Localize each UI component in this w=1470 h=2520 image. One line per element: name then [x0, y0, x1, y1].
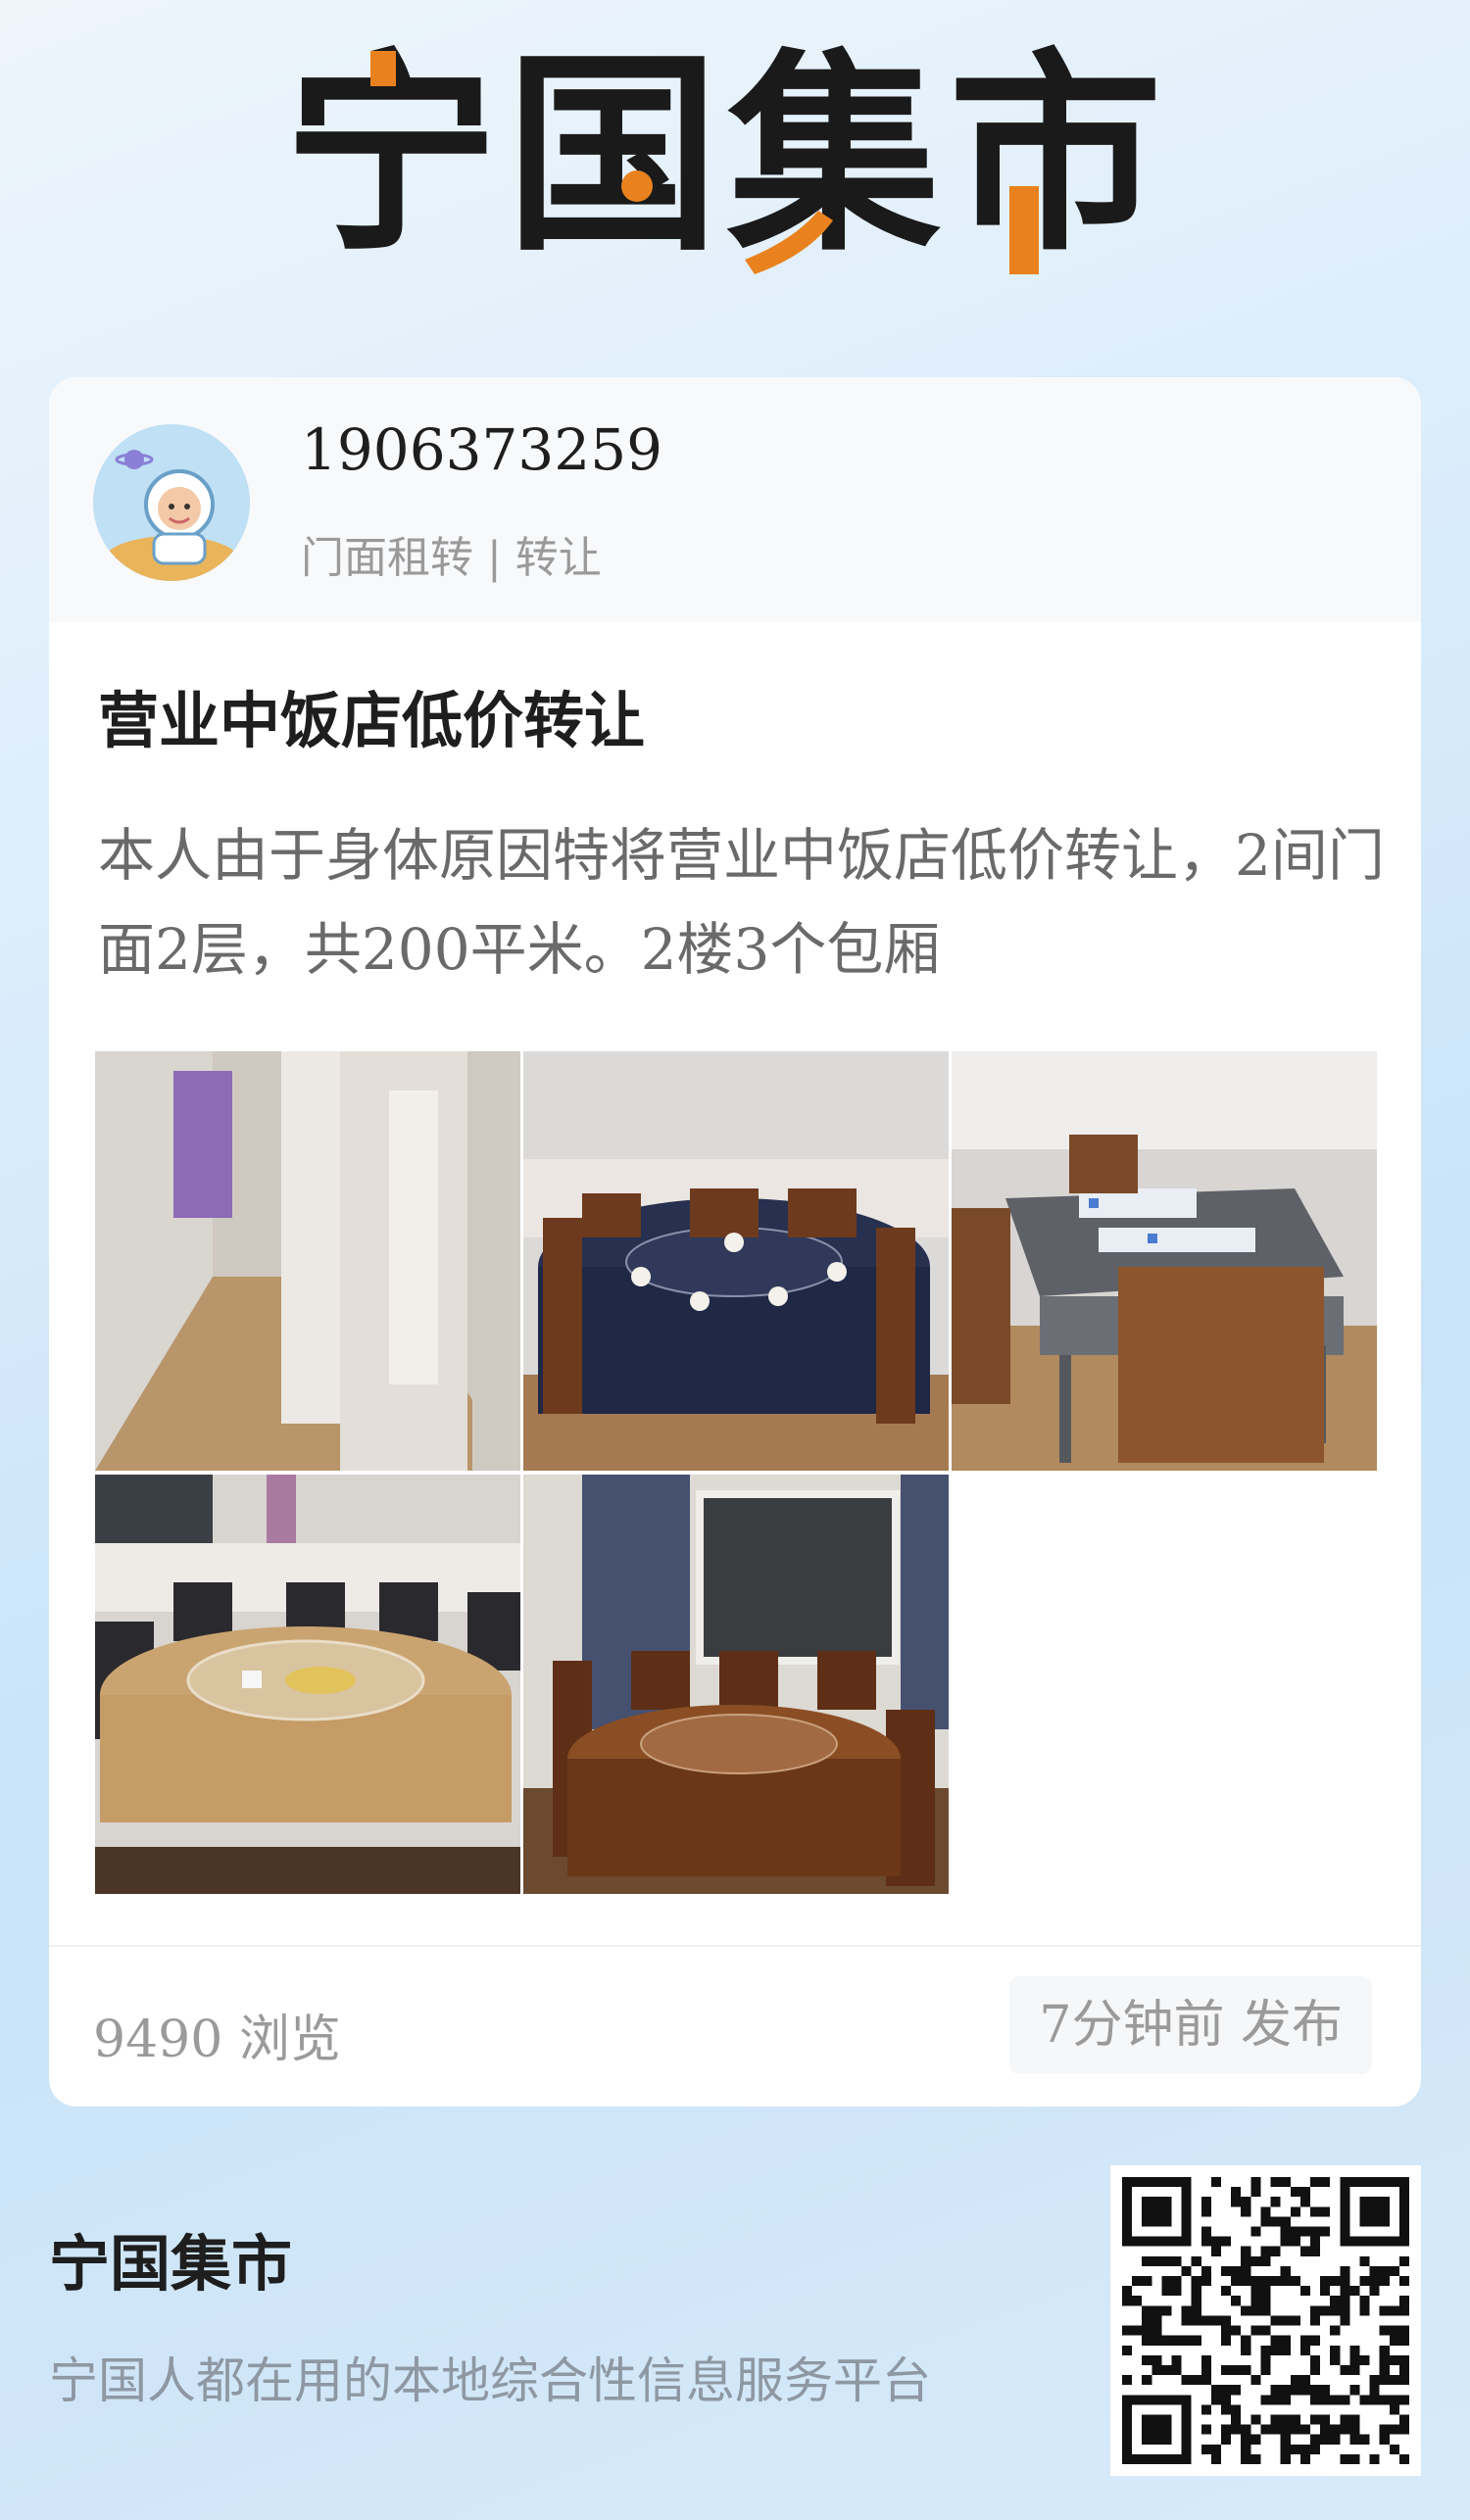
view-count: 9490 浏览 — [93, 2011, 341, 2069]
photo-grid — [95, 1051, 1377, 1894]
post-title: 营业中饭店低价转让 — [98, 685, 646, 756]
posted-time-badge: 7分钟前 发布 — [1009, 1976, 1372, 2074]
photo-blue-round-table[interactable] — [523, 1051, 949, 1471]
post-author-header: 1906373259 门面租转 | 转让 — [49, 377, 1421, 622]
photo-hallway[interactable] — [95, 1051, 520, 1471]
qr-code-icon — [1110, 2165, 1421, 2476]
post-footer: 9490 浏览 7分钟前 发布 — [49, 1945, 1421, 2107]
photo-mahjong-table[interactable] — [952, 1051, 1377, 1471]
app-logo: 宁 国 集 市 — [284, 39, 1162, 274]
post-category[interactable]: 门面租转 | 转让 — [301, 522, 602, 585]
post-body: 本人由于身体原因特将营业中饭店低价转让，2间门面2层，共200平米。2楼3个包厢 — [98, 822, 1385, 983]
photo-gold-round-table[interactable] — [95, 1475, 520, 1894]
logo-accent-marks — [370, 51, 1039, 274]
user-phone: 1906373259 — [301, 416, 663, 483]
photo-wood-round-table[interactable] — [523, 1475, 949, 1894]
avatar[interactable] — [93, 424, 250, 581]
footer-brand-name: 宁国集市 — [49, 2228, 293, 2300]
footer-tagline: 宁国人都在用的本地综合性信息服务平台 — [49, 2352, 931, 2409]
post-card[interactable]: 1906373259 门面租转 | 转让 营业中饭店低价转让 本人由于身体原因特… — [49, 377, 1421, 2107]
